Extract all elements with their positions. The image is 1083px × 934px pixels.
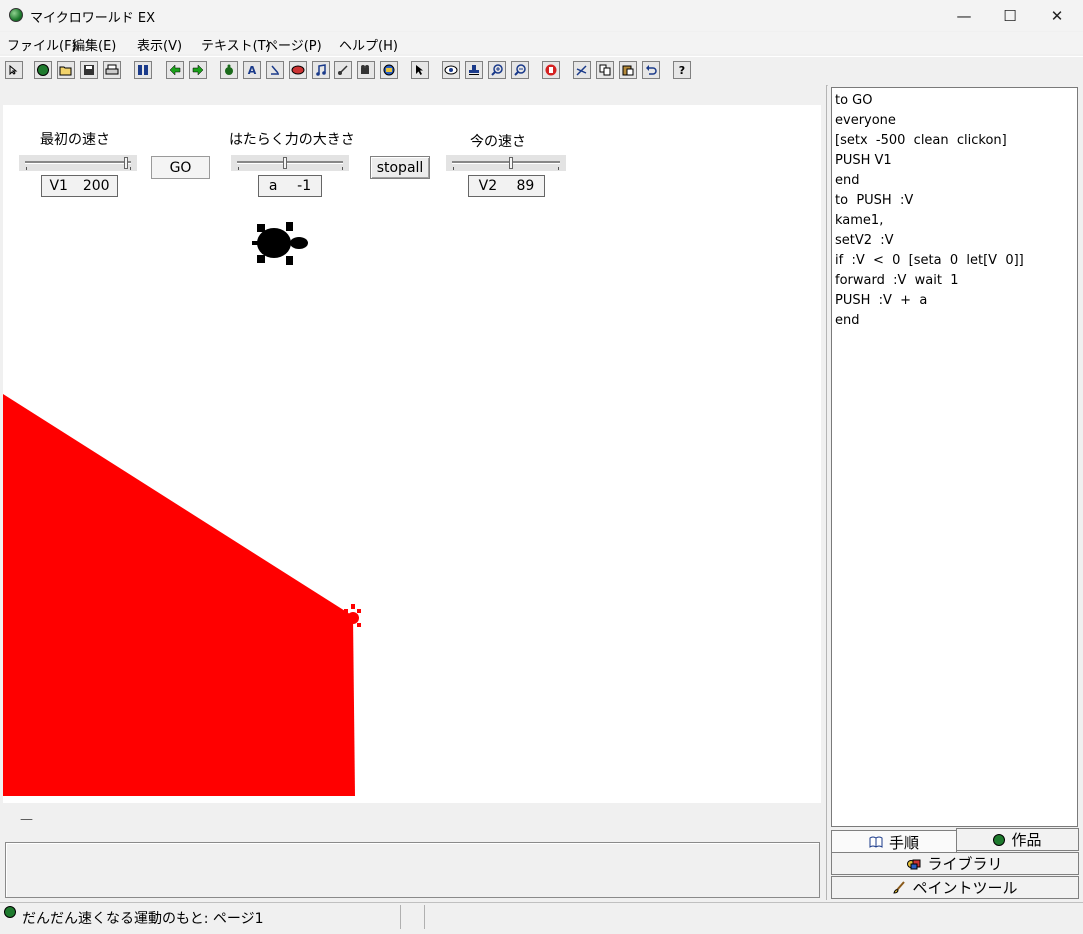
stamp-icon[interactable] [465,61,483,79]
slider1-value-box: V1 200 [41,175,118,197]
save-icon[interactable] [80,61,98,79]
status-globe-icon [4,906,16,918]
book-icon [869,836,883,848]
code-line: to GO [835,93,873,108]
turtle-icon [252,222,308,265]
melody-icon[interactable] [334,61,352,79]
slider2[interactable] [231,155,349,171]
slider2-var: a [268,178,278,194]
menu-edit[interactable]: 編集(E) [72,35,116,54]
title-bar [0,0,1083,31]
slider2-value: -1 [297,178,312,194]
slider3-thumb[interactable] [509,157,514,169]
tab-paint-tools[interactable]: ペイントツール [831,876,1079,899]
menu-file[interactable]: ファイル(F) [7,35,77,54]
turtle-sprite[interactable] [252,219,312,269]
tab-project[interactable]: 作品 [956,828,1079,851]
tab-library-label: ライブラリ [927,855,1003,873]
slider2-title: はたらく力の大きさ [229,132,355,148]
music-icon[interactable] [312,61,330,79]
menu-help[interactable]: ヘルプ(H) [339,35,398,54]
tab-procedures[interactable]: 手順 [831,830,957,853]
message-indicator: — [20,812,33,827]
code-line: PUSH V1 [835,153,892,168]
slider1-title: 最初の速さ [40,132,110,148]
slider3-value: 89 [516,178,535,194]
message-strip [3,806,821,836]
zoom-in-icon[interactable] [488,61,506,79]
tab-project-label: 作品 [1011,831,1042,849]
page-icon[interactable] [134,61,152,79]
code-line: to PUSH :V [835,193,914,208]
eye-icon[interactable] [442,61,460,79]
tab-library[interactable]: ライブラリ [831,852,1079,875]
red-filled-region [3,394,361,796]
turtle-hatch-icon[interactable] [220,61,238,79]
tab-paint-tools-label: ペイントツール [912,879,1018,897]
paste-icon[interactable] [619,61,637,79]
menu-text[interactable]: テキスト(T) [201,35,271,54]
stop-icon[interactable] [542,61,560,79]
forward-arrow-icon[interactable] [189,61,207,79]
code-line: end [835,173,860,188]
scissors-icon[interactable] [573,61,591,79]
app-globe-icon [9,8,23,22]
slider1-value: 200 [82,178,110,194]
button-tool-icon[interactable] [289,61,307,79]
slider1-thumb[interactable] [123,157,128,169]
pointer-arrow-icon[interactable] [5,61,23,79]
red-fill-shape [3,394,355,796]
back-arrow-icon[interactable] [166,61,184,79]
globe-icon [993,833,1006,846]
zoom-out-icon[interactable] [511,61,529,79]
slider-tool-icon[interactable] [266,61,284,79]
text-box-icon[interactable]: A [243,61,261,79]
select-arrow-icon[interactable] [411,61,429,79]
status-pane-secondary [424,905,1080,929]
go-button[interactable]: GO [151,156,210,179]
close-button[interactable]: ✕ [1034,0,1080,31]
copy-icon[interactable] [596,61,614,79]
code-line: forward :V wait 1 [835,273,959,288]
command-center[interactable] [5,842,820,898]
help-icon[interactable]: ? [673,61,691,79]
undo-icon[interactable] [642,61,660,79]
shapes-icon [907,859,921,869]
slider3[interactable] [446,155,566,171]
menu-view[interactable]: 表示(V) [137,35,182,54]
paintbrush-icon [893,880,906,894]
code-line: everyone [835,113,896,128]
slider3-value-box: V2 89 [468,175,545,197]
tab-procedures-label: 手順 [888,833,919,852]
code-line: end [835,313,860,328]
code-line: setV2 :V [835,233,894,248]
slider2-value-box: a -1 [258,175,322,197]
stopall-button[interactable]: stopall [370,156,430,179]
code-line: [setx -500 clean clickon] [835,133,1007,148]
menu-page[interactable]: ページ(P) [265,35,322,54]
slider3-title: 今の速さ [470,134,526,150]
slider3-var: V2 [478,178,498,194]
video-icon[interactable] [357,61,375,79]
code-line: kame1, [835,213,884,228]
maximize-button[interactable]: ☐ [987,0,1033,31]
code-lines: to GO everyone [setx -500 clean clickon] PU… [835,91,1074,331]
window-title: マイクロワールド EX [30,11,155,26]
code-line: if :V < 0 [seta 0 let[V 0]] [835,253,1024,268]
slider1[interactable] [19,155,137,171]
slider2-thumb[interactable] [282,157,287,169]
globe-icon[interactable] [34,61,52,79]
minimize-button[interactable]: — [941,0,987,31]
shape-icon[interactable] [380,61,398,79]
open-folder-icon[interactable] [57,61,75,79]
procedures-editor[interactable]: to GO everyone [setx -500 clean clickon] PU… [831,87,1078,827]
code-line: PUSH :V + a [835,293,928,308]
status-text: だんだん速くなる運動のもと: ページ1 [22,911,264,927]
print-icon[interactable] [103,61,121,79]
slider1-var: V1 [49,178,68,194]
